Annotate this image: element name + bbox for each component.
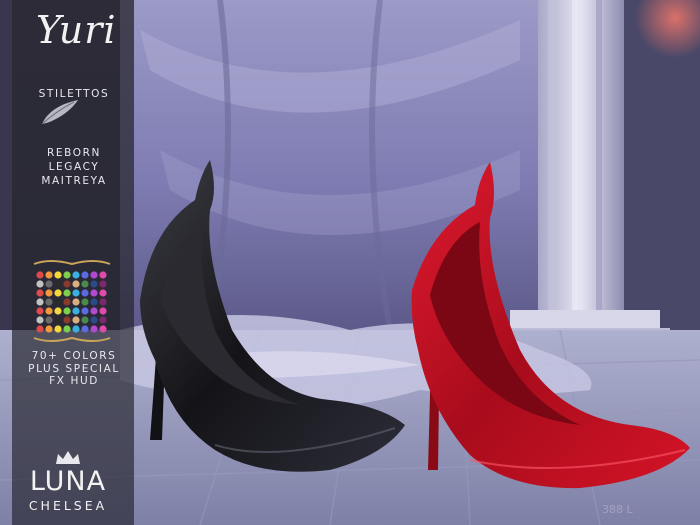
palette-swatch bbox=[36, 289, 44, 297]
palette-swatch bbox=[45, 298, 53, 306]
palette-swatch bbox=[63, 316, 71, 324]
colors-info: 70+ COLORS PLUS SPECIAL FX HUD bbox=[20, 350, 128, 388]
body-maitreya: MAITREYA bbox=[41, 175, 107, 187]
palette-swatch bbox=[63, 307, 71, 315]
brand-logo: LUNA CHELSEA bbox=[18, 448, 118, 520]
colors-line-3: FX HUD bbox=[49, 375, 99, 387]
palette-swatch bbox=[81, 325, 89, 333]
palette-swatch bbox=[45, 280, 53, 288]
palette-swatch bbox=[81, 298, 89, 306]
palette-swatch bbox=[90, 325, 98, 333]
palette-swatch bbox=[72, 307, 80, 315]
palette-swatch bbox=[81, 316, 89, 324]
palette-swatch bbox=[36, 280, 44, 288]
palette-swatch bbox=[72, 325, 80, 333]
palette-swatch bbox=[63, 280, 71, 288]
palette-swatch bbox=[72, 289, 80, 297]
brand-name: LUNA bbox=[29, 466, 107, 497]
colors-line-1: 70+ COLORS bbox=[31, 350, 117, 362]
palette-swatch bbox=[45, 316, 53, 324]
palette-swatch bbox=[45, 325, 53, 333]
palette-swatch bbox=[99, 325, 107, 333]
palette-swatch bbox=[72, 316, 80, 324]
palette-swatch bbox=[90, 280, 98, 288]
palette-swatch bbox=[90, 307, 98, 315]
palette-swatch bbox=[90, 271, 98, 279]
palette-swatch bbox=[81, 289, 89, 297]
palette-swatch bbox=[72, 280, 80, 288]
palette-swatch bbox=[54, 280, 62, 288]
brand-sub: CHELSEA bbox=[28, 498, 108, 513]
palette-swatch bbox=[81, 280, 89, 288]
palette-swatch bbox=[54, 316, 62, 324]
colors-line-2: PLUS SPECIAL bbox=[28, 362, 120, 375]
product-title: Yuri bbox=[36, 8, 117, 52]
palette-swatch bbox=[72, 271, 80, 279]
palette-swatch bbox=[36, 271, 44, 279]
palette-swatch bbox=[63, 289, 71, 297]
palette-swatch bbox=[54, 298, 62, 306]
palette-swatch bbox=[45, 289, 53, 297]
crown-icon bbox=[56, 451, 80, 464]
palette-swatch bbox=[36, 298, 44, 306]
palette-swatch bbox=[99, 298, 107, 306]
palette-swatch bbox=[36, 325, 44, 333]
palette-swatch bbox=[99, 316, 107, 324]
palette-swatch bbox=[45, 307, 53, 315]
watermark-text: 388 L bbox=[602, 503, 633, 516]
palette-swatch bbox=[63, 271, 71, 279]
palette-swatch bbox=[45, 271, 53, 279]
color-palette-icon bbox=[33, 260, 111, 342]
palette-swatch bbox=[99, 307, 107, 315]
palette-swatch bbox=[90, 298, 98, 306]
palette-swatch bbox=[90, 289, 98, 297]
product-ad: Yuri STILETTOS REBORN LEGACY MAITREYA 70… bbox=[0, 0, 700, 525]
palette-swatch bbox=[36, 316, 44, 324]
body-reborn: REBORN bbox=[47, 147, 101, 159]
palette-swatch bbox=[54, 325, 62, 333]
palette-swatch bbox=[36, 307, 44, 315]
body-legacy: LEGACY bbox=[48, 161, 100, 173]
palette-swatch bbox=[63, 298, 71, 306]
palette-swatch bbox=[54, 289, 62, 297]
palette-swatch bbox=[90, 316, 98, 324]
palette-swatch bbox=[81, 307, 89, 315]
palette-swatch bbox=[54, 307, 62, 315]
palette-swatch bbox=[81, 271, 89, 279]
palette-swatch bbox=[63, 325, 71, 333]
compatible-bodies: REBORN LEGACY MAITREYA bbox=[22, 146, 126, 188]
palette-swatch bbox=[99, 280, 107, 288]
palette-swatch bbox=[54, 271, 62, 279]
palette-swatch bbox=[99, 289, 107, 297]
feather-icon bbox=[41, 100, 78, 125]
palette-swatch bbox=[72, 298, 80, 306]
palette-swatch bbox=[99, 271, 107, 279]
